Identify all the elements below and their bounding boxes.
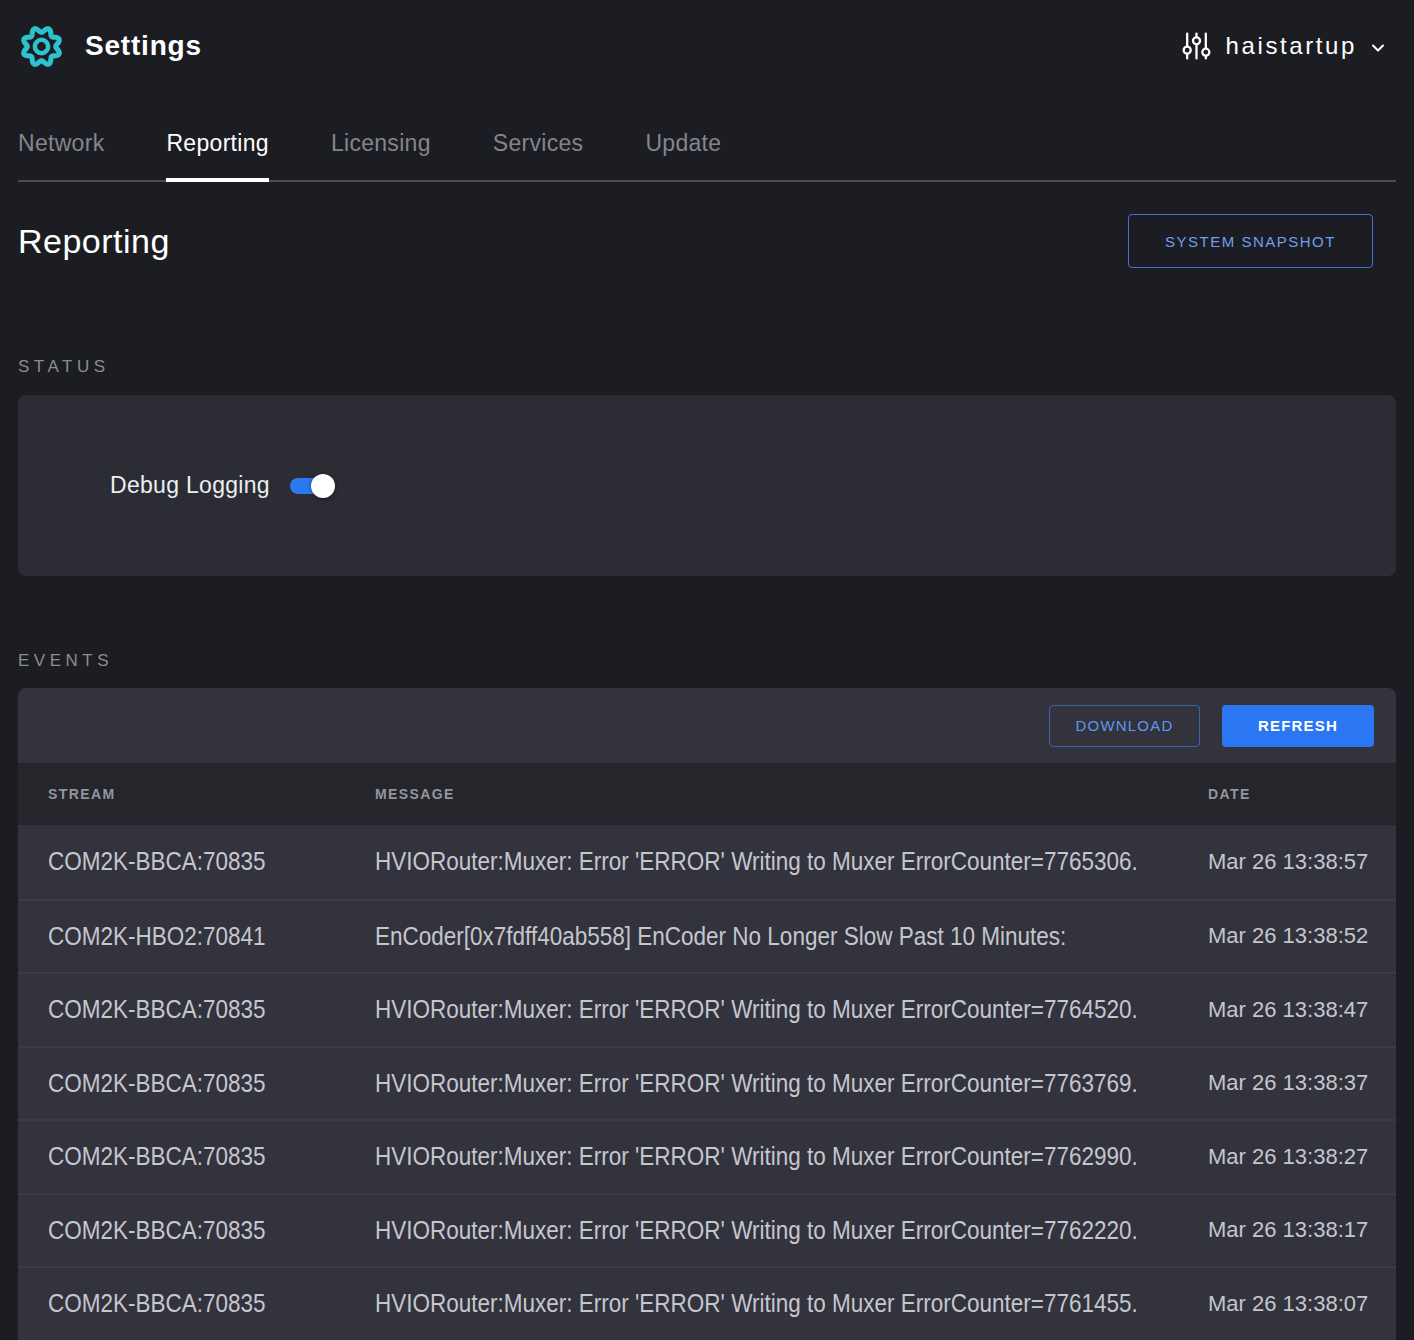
stream-cell: COM2K-BBCA:70835 bbox=[18, 847, 375, 876]
date-cell: Mar 26 13:38:57 bbox=[1208, 849, 1396, 875]
message-cell: HVIORouter:Muxer: Error 'ERROR' Writing … bbox=[375, 847, 1208, 876]
message-cell: HVIORouter:Muxer: Error 'ERROR' Writing … bbox=[375, 995, 1208, 1024]
debug-logging-toggle[interactable] bbox=[290, 478, 332, 494]
tab-network[interactable]: Network bbox=[18, 92, 104, 180]
stream-cell: COM2K-BBCA:70835 bbox=[18, 995, 375, 1024]
table-row: COM2K-BBCA:70835 HVIORouter:Muxer: Error… bbox=[18, 972, 1396, 1046]
events-toolbar: DOWNLOAD REFRESH bbox=[18, 688, 1396, 763]
date-cell: Mar 26 13:38:27 bbox=[1208, 1144, 1396, 1170]
sliders-icon bbox=[1182, 31, 1211, 61]
account-name: haistartup bbox=[1226, 32, 1357, 60]
app-header: Settings haistartup bbox=[0, 0, 1414, 92]
account-menu[interactable]: haistartup bbox=[1182, 31, 1388, 61]
stream-cell: COM2K-BBCA:70835 bbox=[18, 1069, 375, 1098]
tab-services[interactable]: Services bbox=[493, 92, 584, 180]
column-header-stream: STREAM bbox=[18, 786, 375, 802]
status-section-label: STATUS bbox=[18, 357, 1396, 377]
stream-cell: COM2K-BBCA:70835 bbox=[18, 1216, 375, 1245]
tab-licensing[interactable]: Licensing bbox=[331, 92, 431, 180]
system-snapshot-button[interactable]: SYSTEM SNAPSHOT bbox=[1128, 214, 1373, 268]
main-content: Reporting SYSTEM SNAPSHOT STATUS Debug L… bbox=[0, 214, 1414, 1340]
date-cell: Mar 26 13:38:52 bbox=[1208, 923, 1396, 949]
date-cell: Mar 26 13:38:07 bbox=[1208, 1291, 1396, 1317]
stream-cell: COM2K-HBO2:70841 bbox=[18, 922, 375, 951]
message-cell: HVIORouter:Muxer: Error 'ERROR' Writing … bbox=[375, 1216, 1208, 1245]
chevron-down-icon bbox=[1368, 38, 1388, 58]
page-title: Reporting bbox=[18, 222, 170, 261]
settings-gear-icon bbox=[18, 23, 65, 70]
toggle-knob bbox=[311, 474, 335, 498]
table-row: COM2K-BBCA:70835 HVIORouter:Muxer: Error… bbox=[18, 1266, 1396, 1340]
stream-cell: COM2K-BBCA:70835 bbox=[18, 1289, 375, 1318]
table-row: COM2K-BBCA:70835 HVIORouter:Muxer: Error… bbox=[18, 1046, 1396, 1120]
tab-reporting[interactable]: Reporting bbox=[166, 92, 268, 180]
table-row: COM2K-BBCA:70835 HVIORouter:Muxer: Error… bbox=[18, 825, 1396, 899]
table-row: COM2K-HBO2:70841 EnCoder[0x7fdff40ab558]… bbox=[18, 899, 1396, 973]
table-row: COM2K-BBCA:70835 HVIORouter:Muxer: Error… bbox=[18, 1193, 1396, 1267]
tab-update[interactable]: Update bbox=[645, 92, 721, 180]
table-row: COM2K-BBCA:70835 HVIORouter:Muxer: Error… bbox=[18, 1119, 1396, 1193]
date-cell: Mar 26 13:38:47 bbox=[1208, 997, 1396, 1023]
events-table-header: STREAM MESSAGE DATE bbox=[18, 763, 1396, 825]
column-header-date: DATE bbox=[1208, 786, 1396, 802]
app-title: Settings bbox=[85, 30, 202, 62]
status-card: Debug Logging bbox=[18, 395, 1396, 576]
debug-logging-label: Debug Logging bbox=[110, 472, 270, 499]
refresh-button[interactable]: REFRESH bbox=[1222, 705, 1374, 747]
download-button[interactable]: DOWNLOAD bbox=[1049, 705, 1200, 747]
events-section-label: EVENTS bbox=[18, 651, 1396, 671]
events-card: DOWNLOAD REFRESH STREAM MESSAGE DATE COM… bbox=[18, 688, 1396, 1340]
column-header-message: MESSAGE bbox=[375, 786, 1208, 802]
stream-cell: COM2K-BBCA:70835 bbox=[18, 1142, 375, 1171]
tab-bar: Network Reporting Licensing Services Upd… bbox=[18, 92, 1396, 182]
message-cell: EnCoder[0x7fdff40ab558] EnCoder No Longe… bbox=[375, 922, 1208, 951]
message-cell: HVIORouter:Muxer: Error 'ERROR' Writing … bbox=[375, 1142, 1208, 1171]
message-cell: HVIORouter:Muxer: Error 'ERROR' Writing … bbox=[375, 1289, 1208, 1318]
date-cell: Mar 26 13:38:17 bbox=[1208, 1217, 1396, 1243]
date-cell: Mar 26 13:38:37 bbox=[1208, 1070, 1396, 1096]
message-cell: HVIORouter:Muxer: Error 'ERROR' Writing … bbox=[375, 1069, 1208, 1098]
events-table-body: COM2K-BBCA:70835 HVIORouter:Muxer: Error… bbox=[18, 825, 1396, 1340]
